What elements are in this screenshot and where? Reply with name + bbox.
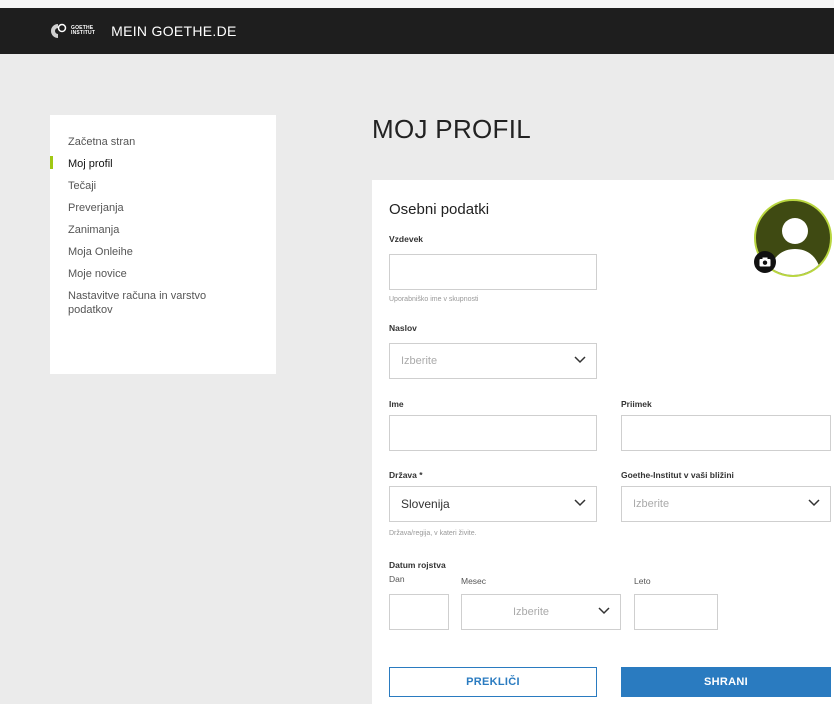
country-label: Država * (389, 470, 423, 480)
sidebar-item-home[interactable]: Začetna stran (50, 131, 276, 153)
last-name-input[interactable] (621, 415, 831, 451)
sidebar-item-account-settings[interactable]: Nastavitve računa in varstvo podatkov (50, 285, 240, 317)
first-name-label: Ime (389, 399, 404, 409)
country-value: Slovenija (401, 497, 450, 511)
chevron-down-icon (574, 356, 586, 364)
site-title[interactable]: MEIN GOETHE.DE (111, 23, 237, 39)
logo-text: GOETHE INSTITUT (71, 26, 95, 36)
institute-label: Goethe-Institut v vaši bližini (621, 470, 734, 480)
day-label: Dan (389, 574, 405, 584)
sidebar-item-my-profile[interactable]: Moj profil (50, 153, 276, 175)
salutation-label: Naslov (389, 323, 417, 333)
top-navigation-bar: GOETHE INSTITUT MEIN GOETHE.DE (0, 8, 834, 54)
sidebar-item-interests[interactable]: Zanimanja (50, 219, 276, 241)
last-name-label: Priimek (621, 399, 652, 409)
nickname-input[interactable] (389, 254, 597, 290)
cancel-button[interactable]: PREKLIČI (389, 667, 597, 697)
year-label: Leto (634, 576, 651, 586)
logo-line-2: INSTITUT (71, 30, 96, 36)
salutation-select[interactable]: Izberite (389, 343, 597, 379)
chevron-down-icon (808, 499, 820, 507)
personal-data-card: Osebni podatki Vzdevek Uporabniško ime v… (372, 180, 834, 704)
month-label: Mesec (461, 576, 487, 586)
country-select[interactable]: Slovenija (389, 486, 597, 522)
sidebar-item-onleihe[interactable]: Moja Onleihe (50, 241, 276, 263)
change-photo-button[interactable] (754, 251, 776, 273)
year-input[interactable] (634, 594, 718, 630)
institute-value: Izberite (633, 498, 670, 510)
birthdate-label: Datum rojstva (389, 560, 446, 570)
top-strip (0, 0, 834, 8)
day-input[interactable] (389, 594, 449, 630)
nickname-hint: Uporabniško ime v skupnosti (389, 296, 479, 303)
goethe-logo[interactable]: GOETHE INSTITUT (48, 23, 95, 39)
chevron-down-icon (598, 607, 610, 615)
sidebar-item-courses[interactable]: Tečaji (50, 175, 276, 197)
page-title: MOJ PROFIL (372, 114, 532, 144)
camera-icon (759, 257, 771, 267)
sidebar-item-newsletters[interactable]: Moje novice (50, 263, 276, 285)
sidebar-nav: Začetna stran Moj profil Tečaji Preverja… (50, 115, 276, 374)
salutation-value: Izberite (401, 355, 438, 367)
country-hint: Država/regija, v kateri živite. (389, 530, 477, 537)
section-title: Osebni podatki (389, 201, 490, 218)
institute-select[interactable]: Izberite (621, 486, 831, 522)
sidebar-item-exams[interactable]: Preverjanja (50, 197, 276, 219)
chevron-down-icon (574, 499, 586, 507)
first-name-input[interactable] (389, 415, 597, 451)
save-button[interactable]: SHRANI (621, 667, 831, 697)
nickname-label: Vzdevek (389, 234, 424, 244)
month-value: Izberite (512, 606, 550, 618)
month-select[interactable]: Izberite (461, 594, 621, 630)
goethe-logo-icon (51, 23, 67, 38)
